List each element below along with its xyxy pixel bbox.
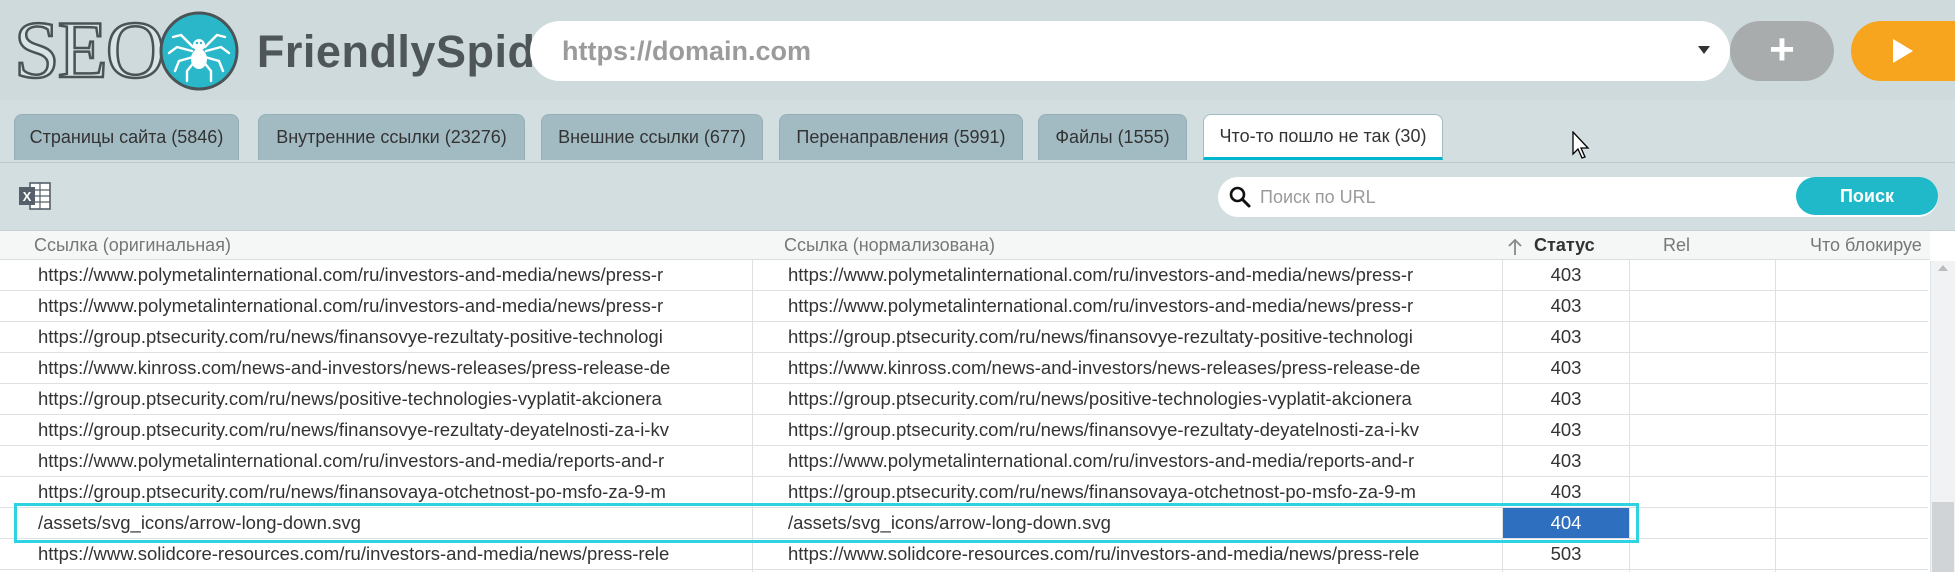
table-row[interactable]: https://group.ptsecurity.com/ru/news/fin… [0,477,1928,508]
cell-blocked-by [1776,291,1928,321]
cell-original-url: https://www.polymetalinternational.com/r… [38,450,665,471]
table-row[interactable]: https://www.kinross.com/news-and-investo… [0,353,1928,384]
table-row[interactable]: /assets/svg_icons/arrow-long-down.svg/as… [0,508,1928,539]
tab-site-pages[interactable]: Страницы сайта (5846) [14,114,239,160]
table-header: Ссылка (оригинальная) Ссылка (нормализов… [0,231,1930,260]
cell-original-url: https://www.polymetalinternational.com/r… [38,264,664,285]
cell-blocked-by [1776,384,1928,414]
table-row[interactable]: https://www.polymetalinternational.com/r… [0,291,1928,322]
spider-logo-icon [159,11,239,91]
table-scrollbar[interactable] [1930,261,1955,572]
cell-blocked-by [1776,415,1928,445]
cell-rel [1630,353,1775,383]
tab-files[interactable]: Файлы (1555) [1038,114,1187,160]
table-row[interactable]: https://group.ptsecurity.com/ru/news/fin… [0,322,1928,353]
play-icon [1893,39,1913,63]
cell-status: 404 [1503,508,1629,538]
cell-rel [1630,446,1775,476]
app-header: SEO FriendlySpider + [0,0,1955,100]
cell-normalized-url: https://www.polymetalinternational.com/r… [788,295,1414,316]
cell-rel [1630,322,1775,352]
cell-original-url: https://www.polymetalinternational.com/r… [38,295,664,316]
cell-normalized-url: /assets/svg_icons/arrow-long-down.svg [788,512,1111,533]
cell-normalized-url: https://www.kinross.com/news-and-investo… [788,357,1421,378]
cell-status: 403 [1550,388,1582,409]
add-url-button[interactable]: + [1730,21,1834,81]
cell-rel [1630,539,1775,569]
cell-blocked-by [1776,446,1928,476]
table-row[interactable]: https://www.solidcore-resources.com/ru/i… [0,539,1928,570]
excel-icon[interactable]: X [18,181,52,211]
app-logo: SEO FriendlySpider [13,4,579,95]
cell-original-url: https://group.ptsecurity.com/ru/news/fin… [38,419,669,440]
cell-blocked-by [1776,260,1928,290]
cell-normalized-url: https://group.ptsecurity.com/ru/news/fin… [788,326,1413,347]
tab-errors[interactable]: Что-то пошло не так (30) [1203,114,1443,160]
cell-status: 503 [1550,543,1582,564]
column-header-blocked-by[interactable]: Что блокируе [1810,231,1930,260]
table-row[interactable]: https://group.ptsecurity.com/ru/news/pos… [0,384,1928,415]
cell-status: 403 [1550,326,1582,347]
scroll-thumb[interactable] [1932,502,1954,572]
table-row[interactable]: https://group.ptsecurity.com/ru/news/fin… [0,415,1928,446]
url-search-input[interactable] [1260,177,1800,217]
cell-original-url: https://www.kinross.com/news-and-investo… [38,357,671,378]
cell-blocked-by [1776,508,1928,538]
tab-external-links[interactable]: Внешние ссылки (677) [541,114,763,160]
results-table: Ссылка (оригинальная) Ссылка (нормализов… [0,230,1955,572]
column-header-normalized-url[interactable]: Ссылка (нормализована) [784,231,1484,260]
cell-status: 403 [1550,357,1582,378]
mouse-cursor-icon [1572,131,1590,159]
column-header-original-url[interactable]: Ссылка (оригинальная) [34,231,734,260]
cell-status: 403 [1550,450,1582,471]
table-row[interactable]: https://www.polymetalinternational.com/r… [0,446,1928,477]
cell-blocked-by [1776,539,1928,569]
search-button[interactable]: Поиск [1796,177,1938,215]
cell-status: 403 [1550,419,1582,440]
url-input[interactable] [562,21,1662,81]
cell-original-url: https://group.ptsecurity.com/ru/news/fin… [38,481,666,502]
cell-original-url: https://www.solidcore-resources.com/ru/i… [38,543,670,564]
cell-rel [1630,291,1775,321]
cell-normalized-url: https://group.ptsecurity.com/ru/news/fin… [788,481,1416,502]
cell-rel [1630,260,1775,290]
cell-rel [1630,415,1775,445]
cell-status: 403 [1550,264,1582,285]
table-row[interactable]: https://www.polymetalinternational.com/r… [0,260,1928,291]
cell-blocked-by [1776,322,1928,352]
cell-status: 403 [1550,295,1582,316]
url-bar [530,21,1730,81]
search-icon [1229,186,1251,208]
cell-original-url: https://group.ptsecurity.com/ru/news/fin… [38,326,663,347]
cell-normalized-url: https://group.ptsecurity.com/ru/news/fin… [788,419,1419,440]
table-toolbar: X [0,162,1955,230]
cell-rel [1630,477,1775,507]
tab-internal-links[interactable]: Внутренние ссылки (23276) [258,114,525,160]
cell-normalized-url: https://www.polymetalinternational.com/r… [788,450,1415,471]
tab-redirects[interactable]: Перенаправления (5991) [779,114,1023,160]
scroll-up-icon[interactable] [1938,265,1948,271]
url-history-dropdown-icon[interactable] [1698,46,1710,54]
cell-rel [1630,384,1775,414]
cell-blocked-by [1776,477,1928,507]
column-header-rel[interactable]: Rel [1663,231,1763,260]
cell-blocked-by [1776,353,1928,383]
logo-seo-text: SEO [13,4,166,95]
results-tabs: Страницы сайта (5846) Внутренние ссылки … [0,100,1955,162]
column-header-status[interactable]: Статус [1534,231,1634,260]
cell-original-url: /assets/svg_icons/arrow-long-down.svg [38,512,361,533]
start-crawl-button[interactable] [1851,21,1955,81]
cell-normalized-url: https://www.polymetalinternational.com/r… [788,264,1414,285]
svg-text:X: X [23,189,32,204]
cell-normalized-url: https://www.solidcore-resources.com/ru/i… [788,543,1420,564]
cell-normalized-url: https://group.ptsecurity.com/ru/news/pos… [788,388,1412,409]
cell-status: 403 [1550,481,1582,502]
cell-rel [1630,508,1775,538]
plus-icon: + [1769,25,1795,74]
sort-ascending-icon [1508,238,1522,255]
cell-original-url: https://group.ptsecurity.com/ru/news/pos… [38,388,662,409]
